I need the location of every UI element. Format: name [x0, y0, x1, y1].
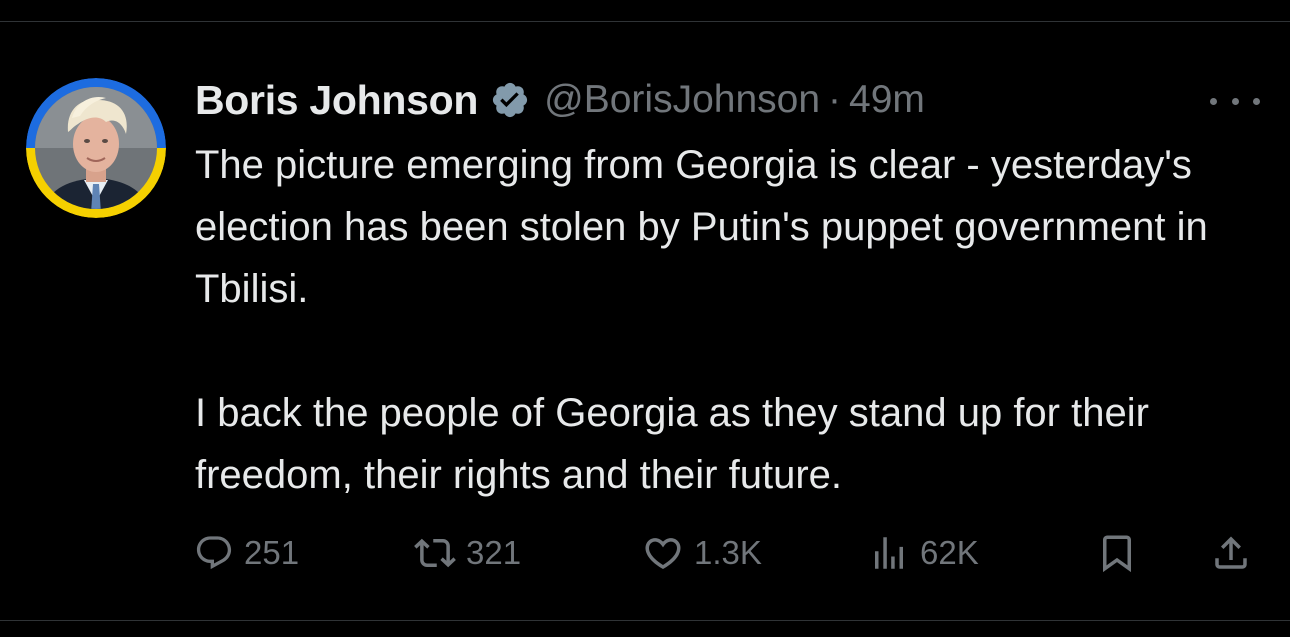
- avatar[interactable]: [26, 78, 166, 218]
- tweet-text: The picture emerging from Georgia is cle…: [195, 134, 1255, 506]
- bottom-divider: [0, 620, 1290, 621]
- retweet-button[interactable]: 321: [414, 528, 521, 578]
- more-dot: [1253, 97, 1260, 105]
- tweet-paragraph: I back the people of Georgia as they sta…: [195, 391, 1149, 497]
- tweet-header: Boris Johnson @BorisJohnson · 49m: [195, 74, 925, 126]
- views-count: 62K: [920, 534, 979, 571]
- top-divider: [0, 21, 1290, 22]
- retweet-icon: [414, 538, 456, 568]
- views-icon: [875, 537, 903, 569]
- display-name[interactable]: Boris Johnson: [195, 77, 478, 124]
- retweet-count: 321: [466, 534, 522, 571]
- more-dot: [1231, 97, 1239, 105]
- avatar-image: [26, 78, 166, 218]
- reply-icon: [196, 536, 232, 570]
- like-count: 1.3K: [694, 534, 762, 571]
- reply-count: 251: [244, 534, 300, 571]
- more-dot: [1210, 97, 1217, 105]
- separator-dot: ·: [828, 78, 842, 121]
- verified-badge-icon[interactable]: [490, 80, 530, 120]
- bookmark-button[interactable]: [1096, 528, 1138, 578]
- timestamp[interactable]: 49m: [849, 78, 925, 122]
- more-options-icon[interactable]: [1210, 86, 1260, 116]
- reply-button[interactable]: 251: [194, 528, 299, 578]
- action-bar: 251 321 1.3K 62K: [0, 528, 1290, 578]
- share-icon: [1215, 536, 1247, 569]
- like-icon: [645, 538, 681, 570]
- like-button[interactable]: 1.3K: [642, 528, 762, 578]
- tweet-paragraph: The picture emerging from Georgia is cle…: [195, 143, 1208, 311]
- bookmark-icon: [1103, 535, 1131, 573]
- user-handle[interactable]: @BorisJohnson: [544, 78, 820, 122]
- share-button[interactable]: [1210, 528, 1252, 578]
- views-button[interactable]: 62K: [868, 528, 979, 578]
